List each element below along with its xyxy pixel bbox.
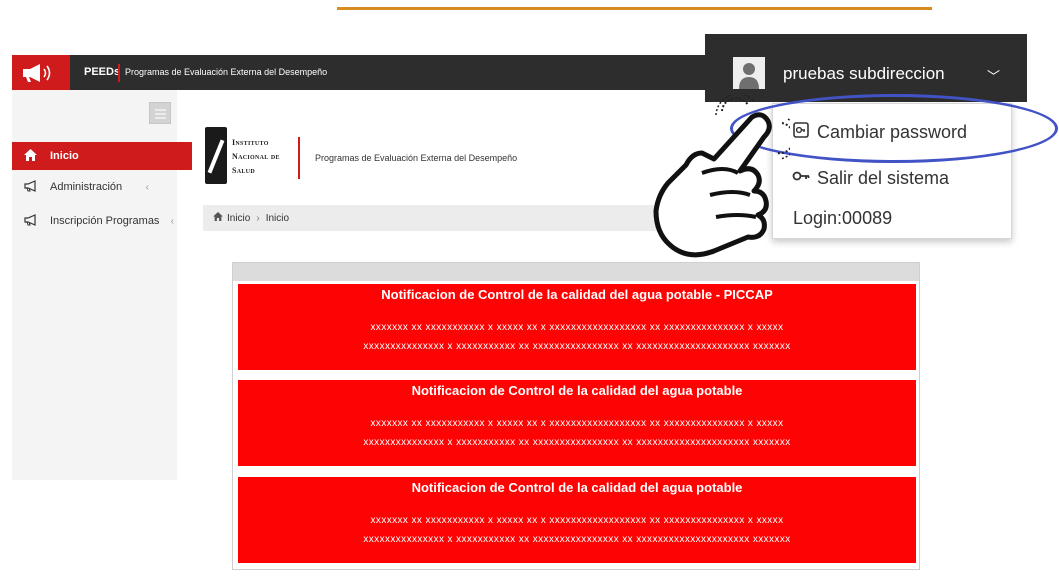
notification-line: xxxxxxxxxxxxxxx x xxxxxxxxxxx xx xxxxxxx… <box>363 341 791 352</box>
notification-line: xxxxxxx xx xxxxxxxxxxx x xxxxx xx x xxxx… <box>370 418 784 429</box>
ins-logo <box>205 127 227 184</box>
sidebar-item-inscripcion[interactable]: Inscripción Programas ‹ <box>12 207 177 235</box>
breadcrumb-current: Inicio <box>265 212 290 224</box>
chevron-left-icon: ‹ <box>145 181 149 193</box>
notification-title: Notificacion de Control de la calidad de… <box>411 480 743 495</box>
institute-line-2: Nacional de <box>232 152 280 161</box>
brand-subtitle: Programas de Evaluación Externa del Dese… <box>125 67 328 77</box>
brand-block[interactable] <box>12 55 70 90</box>
notification-line: xxxxxxx xx xxxxxxxxxxx x xxxxx xx x xxxx… <box>370 515 784 526</box>
sidebar-toggle-button[interactable] <box>149 102 171 124</box>
breadcrumb: Inicio › Inicio <box>203 205 703 231</box>
notification-card: Notificacion de Control de la calidad de… <box>238 284 916 370</box>
login-id: Login:00089 <box>793 208 893 228</box>
brand-divider <box>118 64 120 82</box>
breadcrumb-home-link[interactable]: Inicio <box>227 213 250 224</box>
logout-label[interactable]: Salir del sistema <box>817 168 949 189</box>
institute-line-3: Salud <box>232 166 255 175</box>
top-navbar: PEEDs Programas de Evaluación Externa de… <box>12 55 712 90</box>
sidebar-item-administracion[interactable]: Administración ‹ <box>12 173 177 201</box>
notification-body: xxxxxxx xx xxxxxxxxxxx x xxxxx xx x xxxx… <box>238 501 916 553</box>
user-name[interactable]: pruebas subdireccion <box>783 64 945 84</box>
chevron-down-icon[interactable]: ﹀ <box>987 66 1000 85</box>
user-avatar-icon <box>733 57 765 89</box>
notifications-header <box>233 263 919 281</box>
sidebar-item-label: Inscripción Programas <box>50 215 160 227</box>
notification-title: Notificacion de Control de la calidad de… <box>411 383 743 398</box>
user-menu-toggle[interactable]: pruebas subdireccion ﹀ <box>705 34 1027 102</box>
notification-body: xxxxxxx xx xxxxxxxxxxx x xxxxx xx x xxxx… <box>238 404 916 456</box>
active-item-pointer <box>177 142 187 170</box>
notification-body: xxxxxxx xx xxxxxxxxxxx x xxxxx xx x xxxx… <box>238 308 916 360</box>
avatar <box>733 57 765 89</box>
breadcrumb-separator: › <box>256 212 260 224</box>
megaphone-icon <box>24 213 42 229</box>
top-accent-line <box>337 7 932 10</box>
institute-divider <box>298 137 300 179</box>
megaphone-icon <box>23 64 51 82</box>
home-icon <box>24 148 42 164</box>
key-icon <box>791 168 811 189</box>
pointing-hand-icon <box>653 95 790 258</box>
notification-card: Notificacion de Control de la calidad de… <box>238 477 916 563</box>
screen: PEEDs Programas de Evaluación Externa de… <box>0 0 1059 578</box>
notifications-panel: Notificacion de Control de la calidad de… <box>232 262 920 570</box>
sidebar: Inicio Administración ‹ Inscripción Prog… <box>12 90 192 480</box>
brand-name[interactable]: PEEDs <box>84 66 120 78</box>
institute-program-title: Programas de Evaluación Externa del Dese… <box>315 153 518 163</box>
sidebar-item-label: Administración <box>50 181 123 193</box>
notification-title: Notificacion de Control de la calidad de… <box>381 287 773 302</box>
chevron-left-icon: ‹ <box>170 215 174 227</box>
megaphone-icon <box>24 179 42 195</box>
logout-menu-item[interactable]: Salir del sistema <box>773 164 1013 192</box>
home-icon <box>213 212 223 224</box>
sidebar-item-label: Inicio <box>50 150 79 162</box>
notification-line: xxxxxxx xx xxxxxxxxxxx x xxxxx xx x xxxx… <box>370 322 784 333</box>
sidebar-item-inicio[interactable]: Inicio <box>12 142 192 170</box>
notification-card: Notificacion de Control de la calidad de… <box>238 380 916 466</box>
institute-line-1: Instituto <box>232 138 269 147</box>
notification-line: xxxxxxxxxxxxxxx x xxxxxxxxxxx xx xxxxxxx… <box>363 437 791 448</box>
notification-line: xxxxxxxxxxxxxxx x xxxxxxxxxxx xx xxxxxxx… <box>363 534 791 545</box>
